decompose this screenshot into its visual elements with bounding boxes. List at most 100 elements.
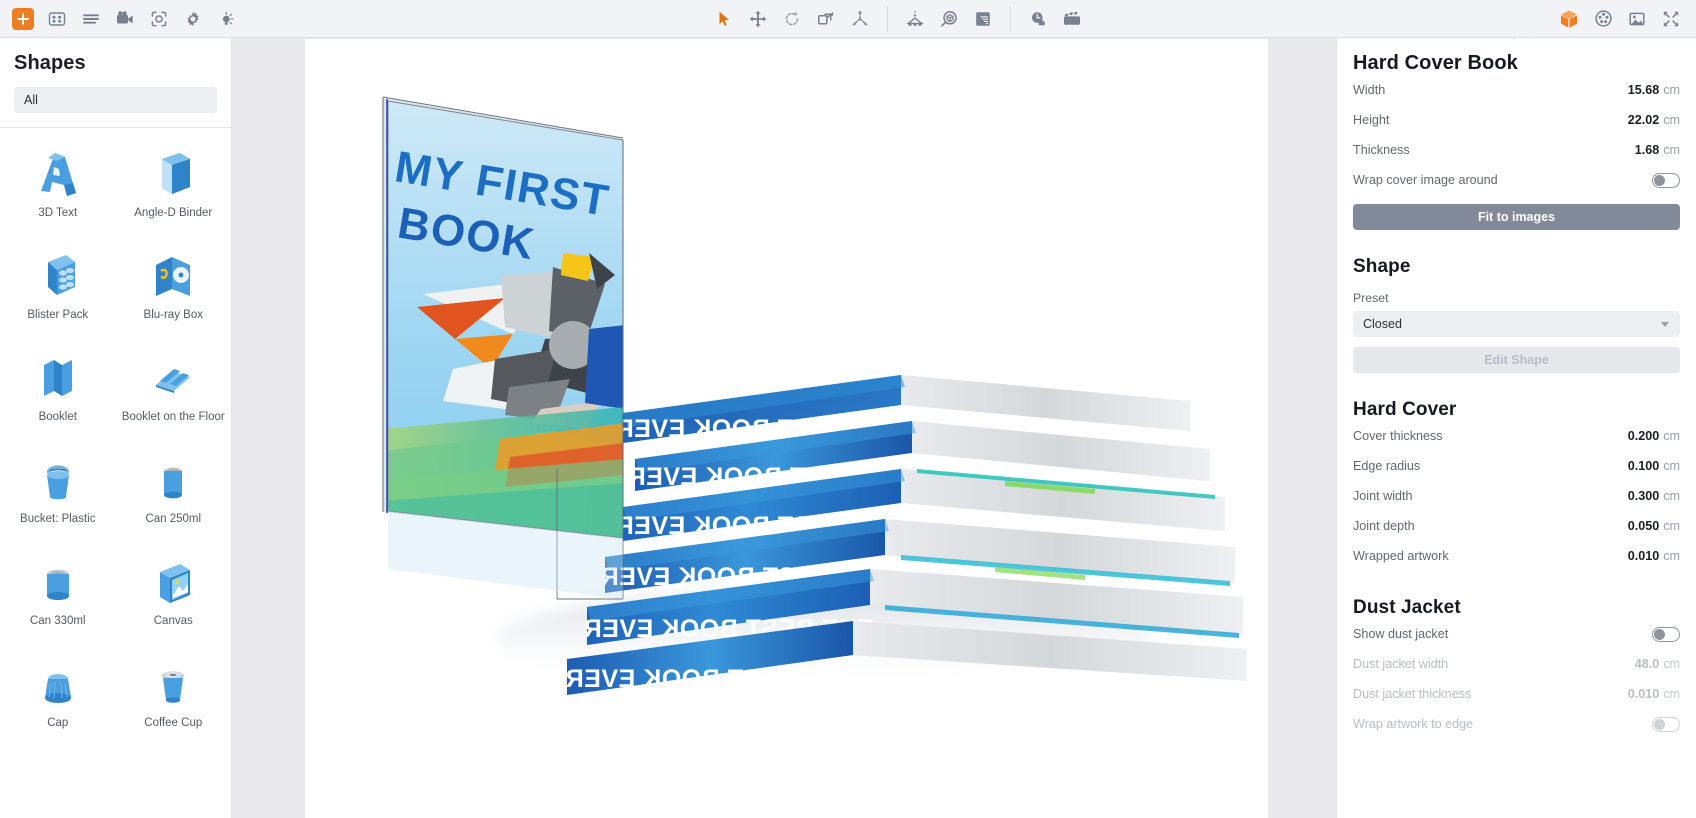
sphere-grid-icon [1593,8,1614,29]
shape-item-blu-ray-box[interactable]: Blu-ray Box [116,236,232,338]
shape-item-cap[interactable]: Cap [0,644,116,746]
perspective-tool[interactable] [898,2,932,36]
wrap-artwork-edge-toggle[interactable] [1652,717,1680,732]
add-button[interactable] [6,2,40,36]
dust-jacket-heading: Dust Jacket [1353,597,1680,619]
toggle-knob [1654,719,1665,730]
toolbar-time-group [1021,0,1089,38]
shape-item-blister-pack[interactable]: Blister Pack [0,236,116,338]
chevron-down-icon [1661,322,1669,327]
shape-item-can-330ml[interactable]: Can 330ml [0,542,116,644]
lighting-button[interactable] [210,2,244,36]
image-picture-icon [1627,9,1647,29]
gear-icon [183,9,203,29]
property-unit: cm [1663,83,1680,97]
shape-item-label: Booklet on the Floor [118,410,229,424]
rotate-tool[interactable] [775,2,809,36]
fit-to-images-button[interactable]: Fit to images [1353,204,1680,230]
shapes-grid: 3D Text Angle-D BinderBlister PackBlu-ray… [0,128,231,746]
hard-cover-heading: Hard Cover [1353,399,1680,421]
toolbar-divider-2 [1010,6,1011,32]
spine-text: THE BEST BOOK EVER [565,665,855,693]
property-label: Edge radius [1353,459,1420,473]
show-dust-jacket-toggle[interactable] [1652,627,1680,642]
material-view-button[interactable] [1586,2,1620,36]
property-row: Dust jacket thickness 0.010cm [1353,679,1680,709]
history-tool[interactable] [1021,2,1055,36]
property-row: Edge radius 0.100cm [1353,451,1680,481]
property-unit: cm [1663,143,1680,157]
preset-select[interactable]: Closed [1353,311,1680,337]
property-value-wrap[interactable]: 0.010cm [1628,549,1680,563]
grid-icon [47,9,67,29]
property-row: Dust jacket width48.0cm [1353,649,1680,679]
snapshot-button[interactable] [142,2,176,36]
select-tool[interactable] [707,2,741,36]
gradient-square-icon [973,9,993,29]
shape-item-label: Can 250ml [141,512,205,526]
property-value-wrap[interactable]: 0.100cm [1628,459,1680,473]
shape-filter-select[interactable]: All [14,87,217,113]
shape-item-bucket-plastic[interactable]: Bucket: Plastic [0,440,116,542]
move-tool[interactable] [741,2,775,36]
edit-shape-button[interactable]: Edit Shape [1353,347,1680,373]
property-value-wrap[interactable]: 0.200cm [1628,429,1680,443]
property-value-wrap[interactable]: 0.010cm [1628,687,1680,701]
shape-item-label: Coffee Cup [140,716,206,730]
preset-label: Preset [1353,291,1680,305]
property-value-wrap[interactable]: 0.050cm [1628,519,1680,533]
animation-tool[interactable] [1055,2,1089,36]
toolbar-left-group [0,0,244,38]
property-row: Width15.68cm [1353,75,1680,105]
viewport-canvas[interactable]: THE BEST BOOK EVER THE BEST BOOK EVER [305,39,1268,818]
wrap-cover-toggle[interactable] [1652,173,1680,188]
list-view-button[interactable] [74,2,108,36]
booklet-floor-icon [148,350,198,406]
grid-view-button[interactable] [40,2,74,36]
property-label: Height [1353,113,1389,127]
shape-item-canvas[interactable]: Canvas [116,542,232,644]
property-value: 15.68 [1628,83,1660,97]
coffee-cup-icon [150,656,196,712]
plus-square-icon [12,8,34,30]
property-value-wrap[interactable]: 22.02cm [1628,113,1680,127]
model-view-button[interactable] [1552,2,1586,36]
property-label: Dust jacket thickness [1353,687,1471,701]
image-view-button[interactable] [1620,2,1654,36]
fullscreen-button[interactable] [1654,2,1688,36]
properties-inner: Hard Cover Book Width15.68cmHeight22.02c… [1337,52,1696,739]
scale-resize-icon [816,9,836,29]
property-row: Joint width0.300cm [1353,481,1680,511]
property-value-wrap[interactable]: 15.68cm [1628,83,1680,97]
can-250-icon [150,452,196,508]
property-value-wrap[interactable]: 48.0cm [1635,657,1680,671]
camera-button[interactable] [108,2,142,36]
property-row: Joint depth0.050cm [1353,511,1680,541]
shape-item-can-250ml[interactable]: Can 250ml [116,440,232,542]
spread-arrows-icon [850,9,870,29]
shape-item-angle-d-binder[interactable]: Angle-D Binder [116,134,232,236]
property-value-wrap[interactable]: 1.68cm [1635,143,1680,157]
shape-item-coffee-cup[interactable]: Coffee Cup [116,644,232,746]
property-value-wrap[interactable]: 0.300cm [1628,489,1680,503]
shape-item-3d-text[interactable]: 3D Text [0,134,116,236]
property-unit: cm [1663,489,1680,503]
app-window: Shapes All 3D TextAngle-D BinderBlister … [0,0,1696,818]
property-row: Cover thickness0.200cm [1353,421,1680,451]
shape-item-label: 3D Text [34,206,81,220]
property-unit: cm [1663,519,1680,533]
distribute-tool[interactable] [843,2,877,36]
property-unit: cm [1663,549,1680,563]
expand-arrows-icon [1661,9,1681,29]
settings-button[interactable] [176,2,210,36]
wrap-artwork-edge-label: Wrap artwork to edge [1353,717,1473,731]
video-camera-icon [115,8,136,29]
orange-cube-icon [1558,8,1580,30]
toggle-knob [1654,629,1665,640]
render-quality-tool[interactable] [966,2,1000,36]
object-dimension-rows: Width15.68cmHeight22.02cmThickness1.68cm [1353,75,1680,165]
shape-item-booklet-on-the-floor[interactable]: Booklet on the Floor [116,338,232,440]
scale-tool[interactable] [809,2,843,36]
inspect-tool[interactable] [932,2,966,36]
shape-item-booklet[interactable]: Booklet [0,338,116,440]
